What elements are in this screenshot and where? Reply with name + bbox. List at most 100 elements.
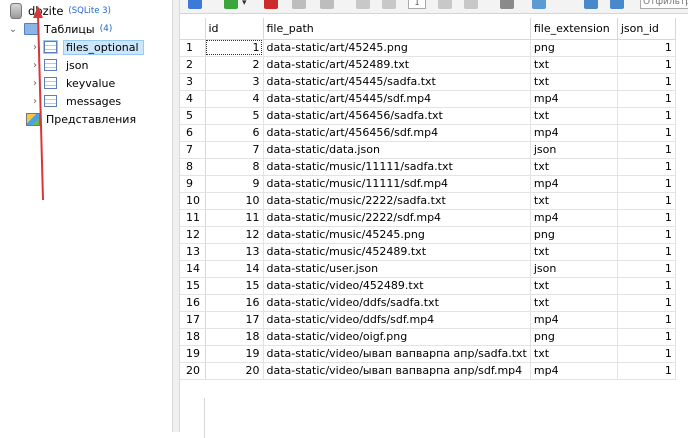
cell-json-id[interactable]: 1 [617, 277, 676, 295]
cell-json-id[interactable]: 1 [617, 141, 676, 159]
cell-file-extension[interactable]: mp4 [530, 175, 618, 193]
cell-file-path[interactable]: data-static/music/452489.txt [263, 243, 531, 261]
cell-file-extension[interactable]: txt [530, 192, 618, 210]
delete-row-icon[interactable] [264, 0, 278, 9]
row-number[interactable]: 2 [180, 56, 206, 74]
table-row[interactable]: 9 9 data-static/music/11111/sdf.mp4 mp4 1 [180, 175, 676, 193]
cell-file-path[interactable]: data-static/video/ddfs/sadfa.txt [263, 294, 531, 312]
table-row[interactable]: 1 1 data-static/art/45245.png png 1 [180, 39, 676, 57]
cell-file-extension[interactable]: txt [530, 243, 618, 261]
table-row[interactable]: 2 2 data-static/art/452489.txt txt 1 [180, 56, 676, 74]
table-row[interactable]: 7 7 data-static/data.json json 1 [180, 141, 676, 159]
cell-file-path[interactable]: data-static/music/2222/sdf.mp4 [263, 209, 531, 227]
table-row[interactable]: 6 6 data-static/art/456456/sdf.mp4 mp4 1 [180, 124, 676, 142]
cell-file-path[interactable]: data-static/art/45245.png [263, 39, 531, 57]
row-number[interactable]: 12 [180, 226, 206, 244]
row-number[interactable]: 6 [180, 124, 206, 142]
refresh-icon[interactable] [188, 0, 202, 9]
table-row[interactable]: 3 3 data-static/art/45445/sadfa.txt txt 1 [180, 73, 676, 91]
filter-input[interactable]: Отфильтро... [640, 0, 688, 9]
add-dropdown-icon[interactable]: ▾ [242, 0, 256, 12]
columns-icon[interactable] [610, 0, 624, 9]
cell-json-id[interactable]: 1 [617, 328, 676, 346]
cell-file-path[interactable]: data-static/art/456456/sdf.mp4 [263, 124, 531, 142]
table-row[interactable]: 16 16 data-static/video/ddfs/sadfa.txt txt 1 [180, 294, 676, 312]
cell-json-id[interactable]: 1 [617, 260, 676, 278]
cell-json-id[interactable]: 1 [617, 175, 676, 193]
cell-file-extension[interactable]: mp4 [530, 311, 618, 329]
cell-id[interactable]: 14 [205, 260, 264, 278]
cell-id[interactable]: 15 [205, 277, 264, 295]
cell-file-path[interactable]: data-static/art/45445/sadfa.txt [263, 73, 531, 91]
cell-id[interactable]: 16 [205, 294, 264, 312]
table-row[interactable]: 8 8 data-static/music/11111/sadfa.txt txt 1 [180, 158, 676, 176]
cell-id[interactable]: 9 [205, 175, 264, 193]
cell-id[interactable]: 10 [205, 192, 264, 210]
cell-file-extension[interactable]: txt [530, 56, 618, 74]
cell-file-path[interactable]: data-static/art/452489.txt [263, 56, 531, 74]
table-row[interactable]: 18 18 data-static/video/oigf.png png 1 [180, 328, 676, 346]
cell-json-id[interactable]: 1 [617, 209, 676, 227]
cell-file-path[interactable]: data-static/music/2222/sadfa.txt [263, 192, 531, 210]
cell-json-id[interactable]: 1 [617, 294, 676, 312]
cell-json-id[interactable]: 1 [617, 311, 676, 329]
cell-file-extension[interactable]: txt [530, 294, 618, 312]
cell-file-path[interactable]: data-static/art/45445/sdf.mp4 [263, 90, 531, 108]
rollback-icon[interactable] [320, 0, 334, 9]
row-number[interactable]: 4 [180, 90, 206, 108]
table-row[interactable]: 15 15 data-static/video/452489.txt txt 1 [180, 277, 676, 295]
cell-id[interactable]: 12 [205, 226, 264, 244]
cell-id[interactable]: 18 [205, 328, 264, 346]
next-page-icon[interactable] [438, 0, 452, 9]
cell-file-path[interactable]: data-static/music/45245.png [263, 226, 531, 244]
row-number[interactable]: 18 [180, 328, 206, 346]
table-row[interactable]: 17 17 data-static/video/ddfs/sdf.mp4 mp4 1 [180, 311, 676, 329]
cell-id[interactable]: 17 [205, 311, 264, 329]
cell-json-id[interactable]: 1 [617, 39, 676, 57]
table-row[interactable]: 13 13 data-static/music/452489.txt txt 1 [180, 243, 676, 261]
cell-file-extension[interactable]: txt [530, 158, 618, 176]
cell-file-extension[interactable]: mp4 [530, 209, 618, 227]
table-row[interactable]: 14 14 data-static/user.json json 1 [180, 260, 676, 278]
row-number[interactable]: 19 [180, 345, 206, 363]
cell-file-extension[interactable]: png [530, 39, 618, 57]
cell-file-extension[interactable]: txt [530, 277, 618, 295]
row-number[interactable]: 15 [180, 277, 206, 295]
column-header-json-id[interactable]: json_id [617, 18, 676, 40]
cell-file-path[interactable]: data-static/art/456456/sadfa.txt [263, 107, 531, 125]
cell-json-id[interactable]: 1 [617, 345, 676, 363]
row-number[interactable]: 14 [180, 260, 206, 278]
cell-id[interactable]: 20 [205, 362, 264, 380]
row-number[interactable]: 3 [180, 73, 206, 91]
cell-file-path[interactable]: data-static/video/ывап вапварпа апр/sdf.… [263, 362, 531, 380]
cell-json-id[interactable]: 1 [617, 243, 676, 261]
filter-rows-icon[interactable] [584, 0, 598, 9]
cell-json-id[interactable]: 1 [617, 158, 676, 176]
cell-id[interactable]: 2 [205, 56, 264, 74]
cell-file-path[interactable]: data-static/user.json [263, 260, 531, 278]
cell-file-extension[interactable]: mp4 [530, 124, 618, 142]
row-number[interactable]: 8 [180, 158, 206, 176]
cell-file-extension[interactable]: json [530, 260, 618, 278]
cell-json-id[interactable]: 1 [617, 192, 676, 210]
cell-json-id[interactable]: 1 [617, 124, 676, 142]
row-number[interactable]: 11 [180, 209, 206, 227]
export-icon[interactable] [532, 0, 546, 9]
cell-file-extension[interactable]: png [530, 226, 618, 244]
row-number[interactable]: 10 [180, 192, 206, 210]
table-row[interactable]: 19 19 data-static/video/ывап вапварпа апр/… [180, 345, 676, 363]
row-number-header[interactable] [180, 18, 206, 40]
cell-file-extension[interactable]: mp4 [530, 362, 618, 380]
column-header-file-path[interactable]: file_path [263, 18, 531, 40]
cell-id[interactable]: 1 [205, 39, 264, 57]
cell-json-id[interactable]: 1 [617, 362, 676, 380]
cell-json-id[interactable]: 1 [617, 226, 676, 244]
row-number[interactable]: 16 [180, 294, 206, 312]
table-row[interactable]: 4 4 data-static/art/45445/sdf.mp4 mp4 1 [180, 90, 676, 108]
cell-id[interactable]: 19 [205, 345, 264, 363]
cell-file-extension[interactable]: mp4 [530, 90, 618, 108]
table-row[interactable]: 11 11 data-static/music/2222/sdf.mp4 mp4 1 [180, 209, 676, 227]
cell-file-path[interactable]: data-static/video/ывап вапварпа апр/sadf… [263, 345, 531, 363]
cell-file-extension[interactable]: txt [530, 345, 618, 363]
cell-json-id[interactable]: 1 [617, 90, 676, 108]
